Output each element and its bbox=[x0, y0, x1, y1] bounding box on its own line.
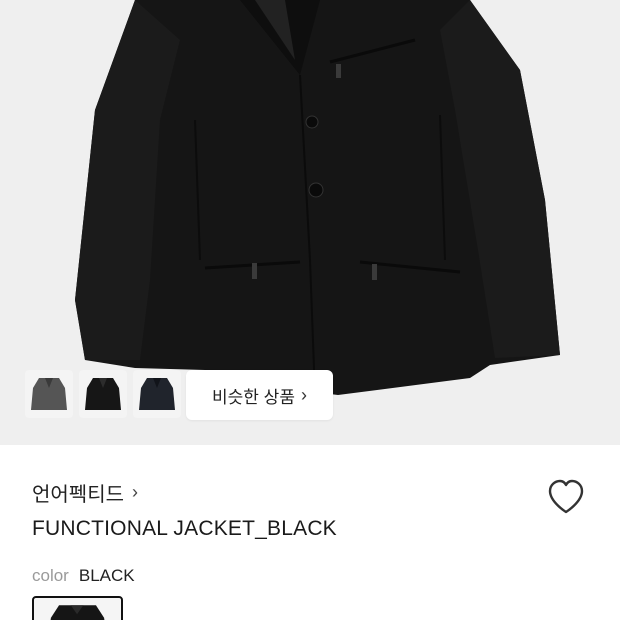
chevron-right-icon: › bbox=[132, 482, 138, 502]
thumbnail-black-jacket[interactable] bbox=[79, 370, 127, 418]
similar-products-button[interactable]: 비슷한 상품 › bbox=[186, 370, 333, 420]
color-label: color bbox=[32, 566, 69, 585]
thumbnail-strip bbox=[25, 370, 181, 418]
gray-jacket-icon bbox=[31, 378, 67, 410]
heart-outline-icon[interactable] bbox=[546, 478, 586, 516]
thumbnail-gray-jacket[interactable] bbox=[25, 370, 73, 418]
black-jacket-swatch-icon bbox=[36, 598, 119, 620]
chevron-right-icon: › bbox=[300, 384, 307, 405]
color-value: BLACK bbox=[78, 566, 135, 585]
brand-link[interactable]: 언어펙티드 › bbox=[32, 478, 138, 507]
thumbnail-navy-jacket[interactable] bbox=[133, 370, 181, 418]
color-swatch-black[interactable] bbox=[32, 596, 123, 620]
brand-name: 언어펙티드 bbox=[32, 484, 124, 506]
similar-products-label: 비슷한 상품 bbox=[212, 387, 295, 407]
color-info: color BLACK bbox=[32, 566, 135, 586]
product-image-gallery[interactable]: 비슷한 상품 › bbox=[0, 0, 620, 445]
product-title: FUNCTIONAL JACKET_BLACK bbox=[32, 517, 337, 540]
black-jacket-icon bbox=[85, 378, 121, 410]
navy-jacket-icon bbox=[139, 378, 175, 410]
